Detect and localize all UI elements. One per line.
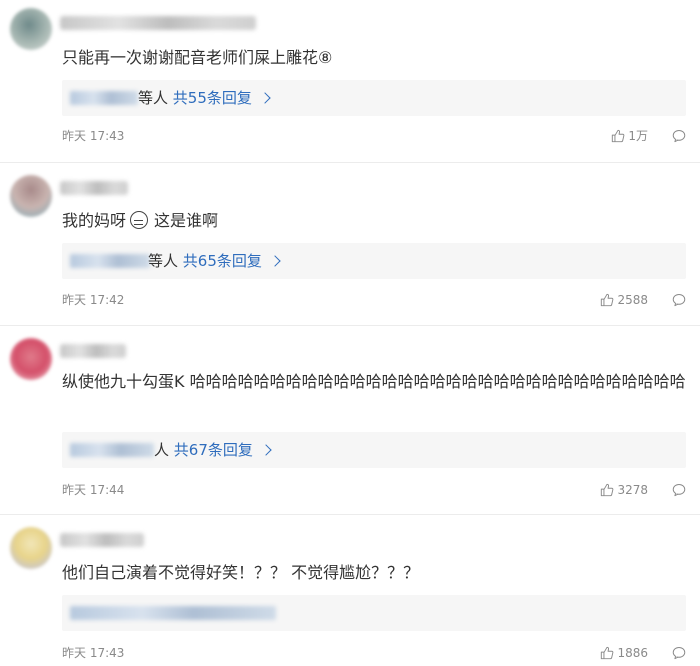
thumbs-up-icon [601,646,614,660]
reply-suffix: 等人 [148,252,179,270]
comment-meta: 昨天 17:43 1万 [62,126,688,146]
comment-meta: 昨天 17:44 3278 [62,480,688,500]
comment-text: 我的妈呀 这是谁啊 [62,209,690,233]
like-count: 1万 [628,129,648,143]
reply-count-link[interactable]: 共65条回复 [183,252,262,270]
like-count: 3278 [617,483,648,497]
reply-usernames [70,254,150,268]
chevron-right-icon [260,444,272,456]
reply-usernames [70,606,276,620]
avatar[interactable] [10,8,52,50]
comment-bubble-icon[interactable] [672,129,686,143]
reply-summary[interactable]: 人 共67条回复 [62,432,686,468]
reply-suffix: 人 [154,441,170,459]
timestamp: 昨天 17:42 [62,293,125,307]
avatar[interactable] [10,527,52,569]
reply-suffix: 等人 [138,89,169,107]
avatar[interactable] [10,338,52,380]
like-button[interactable]: 3278 [600,480,648,500]
comment-item: 只能再一次谢谢配音老师们屎上雕花⑧ 等人 共55条回复 昨天 17:43 1万 [0,0,700,162]
username[interactable] [60,181,128,195]
comment-text-part: 我的妈呀 [62,211,127,230]
username[interactable] [60,344,126,358]
comment-text-part: 这是谁啊 [154,211,219,230]
comment-item: 我的妈呀 这是谁啊 等人 共65条回复 昨天 17:42 2588 [0,163,700,325]
like-button[interactable]: 2588 [600,290,648,310]
comment-item: 纵使他九十勾蛋K 哈哈哈哈哈哈哈哈哈哈哈哈哈哈哈哈哈哈哈哈哈哈哈哈哈哈哈哈哈哈哈… [0,326,700,514]
like-count: 1886 [617,646,648,660]
like-button[interactable]: 1万 [611,126,648,146]
comment-meta: 昨天 17:42 2588 [62,290,688,310]
comment-bubble-icon[interactable] [672,293,686,307]
reply-summary[interactable]: 等人 共55条回复 [62,80,686,116]
comment-text: 只能再一次谢谢配音老师们屎上雕花⑧ [62,48,333,67]
timestamp: 昨天 17:43 [62,646,125,660]
reply-summary[interactable]: 等人 共65条回复 [62,243,686,279]
reply-usernames [70,443,154,457]
like-count: 2588 [617,293,648,307]
timestamp: 昨天 17:44 [62,483,125,497]
thumbs-up-icon [601,483,614,497]
comment-text: 他们自己演着不觉得好笑！？？ 不觉得尴尬？？？ [62,563,420,582]
comment-item: 他们自己演着不觉得好笑！？？ 不觉得尴尬？？？ 昨天 17:43 1886 [0,515,700,666]
username[interactable] [60,533,144,547]
reply-summary[interactable] [62,595,686,631]
timestamp: 昨天 17:43 [62,129,125,143]
thumbs-up-icon [612,129,625,143]
reply-count-link[interactable]: 共55条回复 [173,89,252,107]
comment-text: 纵使他九十勾蛋K 哈哈哈哈哈哈哈哈哈哈哈哈哈哈哈哈哈哈哈哈哈哈哈哈哈哈哈哈哈哈哈 [62,372,686,391]
like-button[interactable]: 1886 [600,643,648,663]
chevron-right-icon [269,255,281,267]
comment-bubble-icon[interactable] [672,646,686,660]
comment-meta: 昨天 17:43 1886 [62,643,688,663]
avatar[interactable] [10,175,52,217]
username[interactable] [60,16,256,30]
comment-bubble-icon[interactable] [672,483,686,497]
grimace-emoji-icon [130,211,149,229]
thumbs-up-icon [601,293,614,307]
chevron-right-icon [259,92,271,104]
reply-count-link[interactable]: 共67条回复 [174,441,253,459]
reply-usernames [70,91,138,105]
